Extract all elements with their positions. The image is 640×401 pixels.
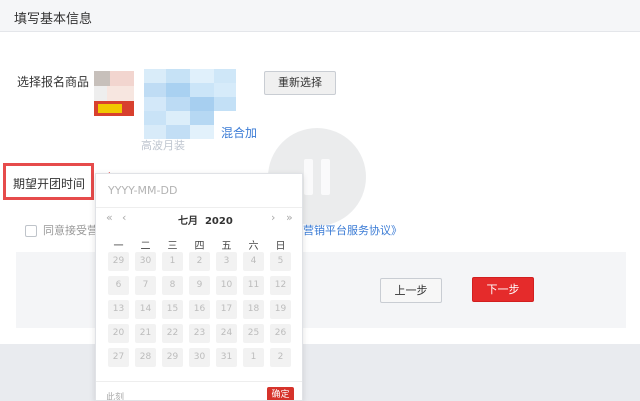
agreement-checkbox[interactable] — [25, 225, 37, 237]
product-subtitle: 高波月装 — [141, 139, 185, 152]
calendar-day: 21 — [135, 324, 156, 343]
product-thumbnail[interactable] — [94, 71, 134, 116]
calendar-day: 9 — [189, 276, 210, 295]
calendar-day: 24 — [216, 324, 237, 343]
calendar-day: 29 — [162, 348, 183, 367]
calendar-day: 18 — [243, 300, 264, 319]
calendar-day: 1 — [243, 348, 264, 367]
calendar-day: 19 — [270, 300, 291, 319]
calendar-day: 2 — [189, 252, 210, 271]
calendar-day: 25 — [243, 324, 264, 343]
calendar-day: 23 — [189, 324, 210, 343]
agreement-link[interactable]: 营销平台服务协议》 — [303, 222, 402, 238]
picker-divider — [96, 207, 302, 208]
calendar-day: 26 — [270, 324, 291, 343]
calendar-day: 4 — [243, 252, 264, 271]
date-picker: YYYY-MM-DD « ‹ 七月 2020 › » 一 二 三 四 五 六 日… — [95, 173, 303, 401]
weekday-label: 五 — [221, 241, 232, 252]
calendar-day: 2 — [270, 348, 291, 367]
weekday-label: 日 — [275, 241, 286, 252]
calendar-day: 3 — [216, 252, 237, 271]
calendar-day: 7 — [135, 276, 156, 295]
calendar-day: 31 — [216, 348, 237, 367]
calendar-day: 28 — [135, 348, 156, 367]
calendar-year[interactable]: 2020 — [205, 216, 233, 227]
next-month-icon[interactable]: › — [271, 211, 275, 224]
calendar-days: 29 30 1 2 3 4 5 6 7 8 9 10 11 12 13 14 15 16 17 18 19 20 21 22 2… — [105, 252, 295, 367]
product-name: 混合加 — [221, 126, 258, 140]
calendar-day: 22 — [162, 324, 183, 343]
calendar-day: 1 — [162, 252, 183, 271]
calendar-day: 27 — [108, 348, 129, 367]
calendar-title: 七月 2020 — [178, 212, 233, 227]
calendar-day: 5 — [270, 252, 291, 271]
calendar-day: 11 — [243, 276, 264, 295]
next-year-icon[interactable]: » — [286, 211, 293, 224]
next-step-button[interactable]: 下一步 — [472, 277, 534, 302]
prev-step-button[interactable]: 上一步 — [380, 278, 442, 303]
calendar-day: 30 — [189, 348, 210, 367]
calendar-day: 13 — [108, 300, 129, 319]
calendar-day: 16 — [189, 300, 210, 319]
picker-footer-divider — [96, 381, 302, 382]
calendar-day: 8 — [162, 276, 183, 295]
calendar-month[interactable]: 七月 — [178, 216, 198, 227]
prev-month-icon[interactable]: ‹ — [122, 211, 126, 224]
calendar-day: 14 — [135, 300, 156, 319]
calendar-day: 20 — [108, 324, 129, 343]
calendar-day: 10 — [216, 276, 237, 295]
calendar-day: 6 — [108, 276, 129, 295]
page-header: 填写基本信息 — [0, 0, 640, 32]
weekday-header: 一 二 三 四 五 六 日 — [105, 237, 295, 252]
weekday-label: 六 — [248, 241, 259, 252]
reselect-button[interactable]: 重新选择 — [264, 71, 336, 95]
confirm-button[interactable]: 确定 — [267, 387, 294, 400]
weekday-label: 四 — [194, 241, 205, 252]
calendar-day: 12 — [270, 276, 291, 295]
date-input[interactable]: YYYY-MM-DD — [108, 184, 177, 197]
weekday-label: 二 — [140, 241, 151, 252]
calendar-day: 29 — [108, 252, 129, 271]
agreement-text: 同意接受营 — [43, 224, 98, 237]
calendar-day: 30 — [135, 252, 156, 271]
calendar-day: 15 — [162, 300, 183, 319]
product-label: 选择报名商品 — [17, 75, 90, 89]
prev-year-icon[interactable]: « — [106, 211, 113, 224]
weekday-label: 三 — [167, 241, 178, 252]
now-button[interactable]: 此刻 — [106, 390, 124, 400]
weekday-label: 一 — [113, 241, 124, 252]
date-field-label: 期望开团时间 — [13, 177, 86, 191]
calendar-day: 17 — [216, 300, 237, 319]
page-title: 填写基本信息 — [14, 12, 93, 27]
